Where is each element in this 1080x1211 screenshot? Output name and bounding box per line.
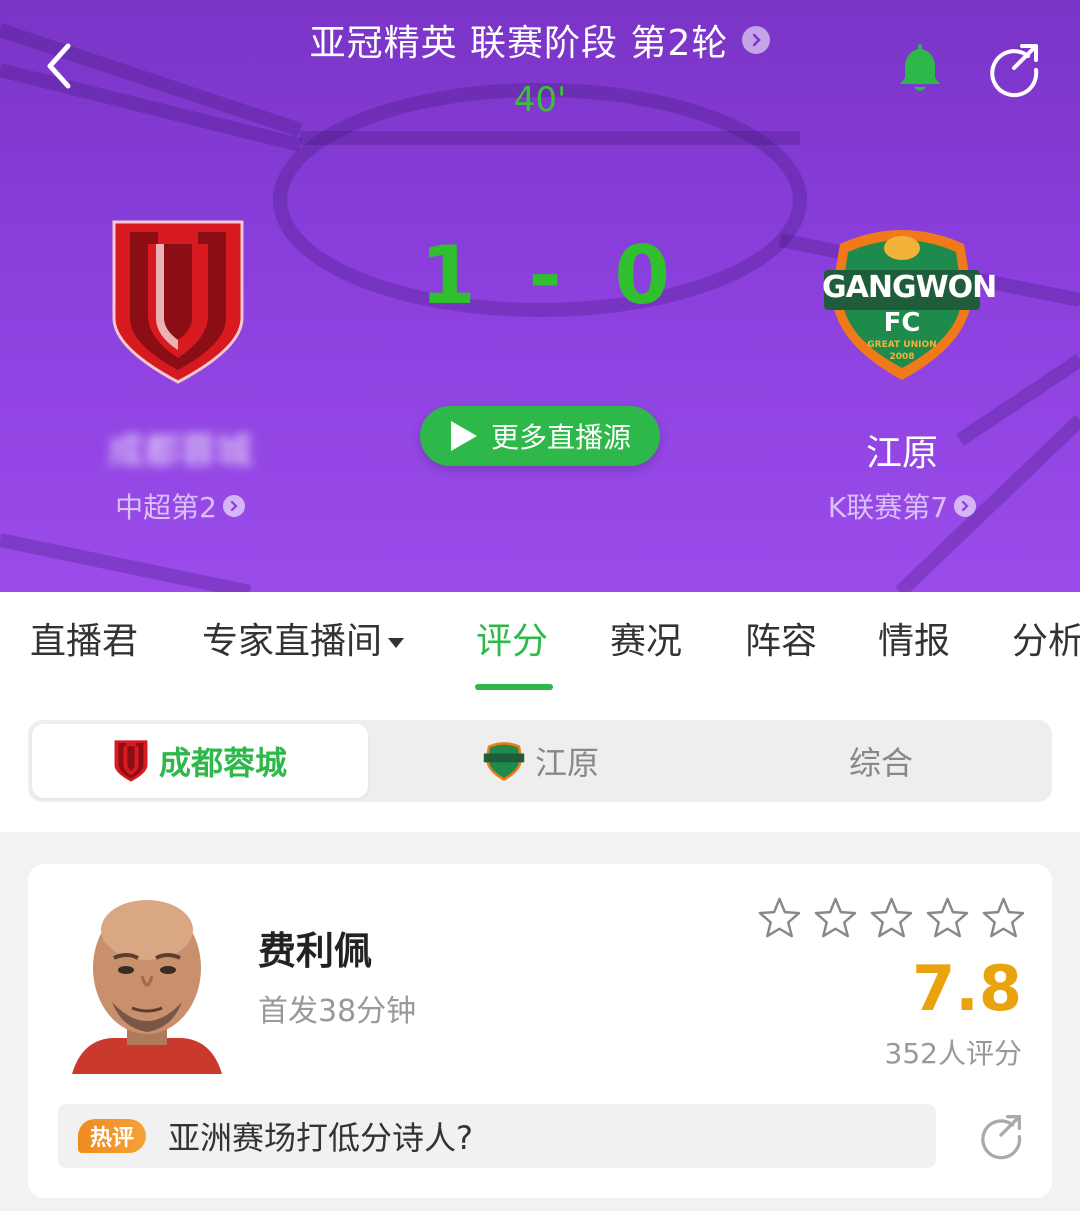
away-team-name: 江原 [865, 433, 938, 474]
more-live-sources-button[interactable]: 更多直播源 [420, 406, 660, 466]
gangwon-logo-fc: FC [883, 308, 921, 338]
play-icon [450, 421, 477, 451]
home-team-logo[interactable] [108, 218, 248, 386]
away-team-rank-label: K联赛第7 [827, 491, 949, 524]
hot-comment-badge: 热评 [78, 1119, 146, 1153]
share-icon [981, 1115, 1022, 1160]
tab-expert-live-label: 专家直播间 [202, 621, 383, 662]
bell-icon [900, 44, 940, 91]
match-header: 亚冠精英 联赛阶段 第2轮 40' GANGWON FC GREAT UNION… [0, 0, 1080, 592]
score-separator: - [528, 228, 562, 322]
home-team-name: 成都蓉城 [107, 431, 252, 472]
gangwon-logo-motto: GREAT UNION [867, 340, 937, 350]
match-tabs: 直播君 专家直播间 评分 赛况 阵容 情报 分析 [0, 592, 1080, 692]
away-score: 0 [614, 228, 670, 322]
team-selector-section: 成都蓉城 江原 综合 [0, 692, 1080, 832]
more-live-sources-label: 更多直播源 [490, 421, 631, 454]
competition-title-text: 亚冠精英 联赛阶段 第2轮 [309, 23, 729, 64]
player-photo [72, 900, 222, 1074]
away-team-rank[interactable]: K联赛第7 [810, 486, 994, 526]
tab-lineup[interactable]: 阵容 [745, 612, 817, 672]
chengdu-crest-icon [112, 220, 244, 384]
gangwon-logo-year: 2008 [889, 352, 915, 362]
team-selector: 成都蓉城 江原 综合 [28, 720, 1052, 802]
rater-count: 352人评分 [884, 1037, 1022, 1070]
star-icon[interactable] [758, 896, 801, 939]
player-rating-card[interactable]: 费利佩 首发38分钟 7.8 352人评分 热评 亚洲赛场打低分诗人? [28, 864, 1052, 1198]
tab-intel[interactable]: 情报 [878, 612, 950, 672]
notification-bell-button[interactable] [890, 38, 950, 98]
team-selector-home-label: 成都蓉城 [158, 744, 287, 782]
hot-comment-text: 亚洲赛场打低分诗人? [168, 1119, 473, 1157]
tab-expert-live[interactable]: 专家直播间 [202, 612, 405, 672]
home-team-rank[interactable]: 中超第2 [100, 486, 260, 526]
hot-comment[interactable]: 热评 亚洲赛场打低分诗人? [58, 1104, 936, 1168]
team-selector-away[interactable]: 江原 [368, 724, 714, 798]
competition-title[interactable]: 亚冠精英 联赛阶段 第2轮 [310, 14, 771, 66]
star-rating-input [758, 896, 1025, 939]
comment-share-button[interactable] [976, 1110, 1026, 1160]
star-icon[interactable] [982, 896, 1025, 939]
star-icon[interactable] [870, 896, 913, 939]
share-icon [990, 44, 1039, 98]
star-icon[interactable] [814, 896, 857, 939]
chevron-right-icon [222, 495, 245, 517]
home-team-rank-label: 中超第2 [115, 491, 217, 524]
team-selector-overall[interactable]: 综合 [714, 724, 1048, 798]
player-minutes: 首发38分钟 [258, 994, 417, 1029]
active-tab-indicator [475, 684, 553, 690]
player-name: 费利佩 [258, 929, 373, 973]
gangwon-crest-icon [483, 742, 525, 781]
caret-down-icon [388, 638, 405, 648]
scoreboard: 1 - 0 [420, 228, 670, 322]
share-button[interactable] [984, 38, 1044, 98]
chengdu-crest-icon [114, 740, 148, 782]
star-icon[interactable] [926, 896, 969, 939]
tab-live-host[interactable]: 直播君 [30, 612, 138, 672]
tab-ratings[interactable]: 评分 [476, 612, 548, 672]
away-team-logo[interactable]: GANGWON FC GREAT UNION 2008 [822, 222, 997, 384]
average-rating: 7.8 [912, 952, 1022, 1025]
team-selector-away-label: 江原 [534, 744, 599, 782]
team-selector-home[interactable]: 成都蓉城 [32, 724, 368, 798]
tab-match-events[interactable]: 赛况 [610, 612, 682, 672]
tab-analysis[interactable]: 分析 [1012, 612, 1080, 672]
player-avatar [72, 890, 222, 1074]
gangwon-logo-text: GANGWON [822, 270, 997, 305]
home-score: 1 [420, 228, 476, 322]
chevron-right-icon [954, 495, 977, 517]
chevron-right-icon [742, 26, 771, 54]
